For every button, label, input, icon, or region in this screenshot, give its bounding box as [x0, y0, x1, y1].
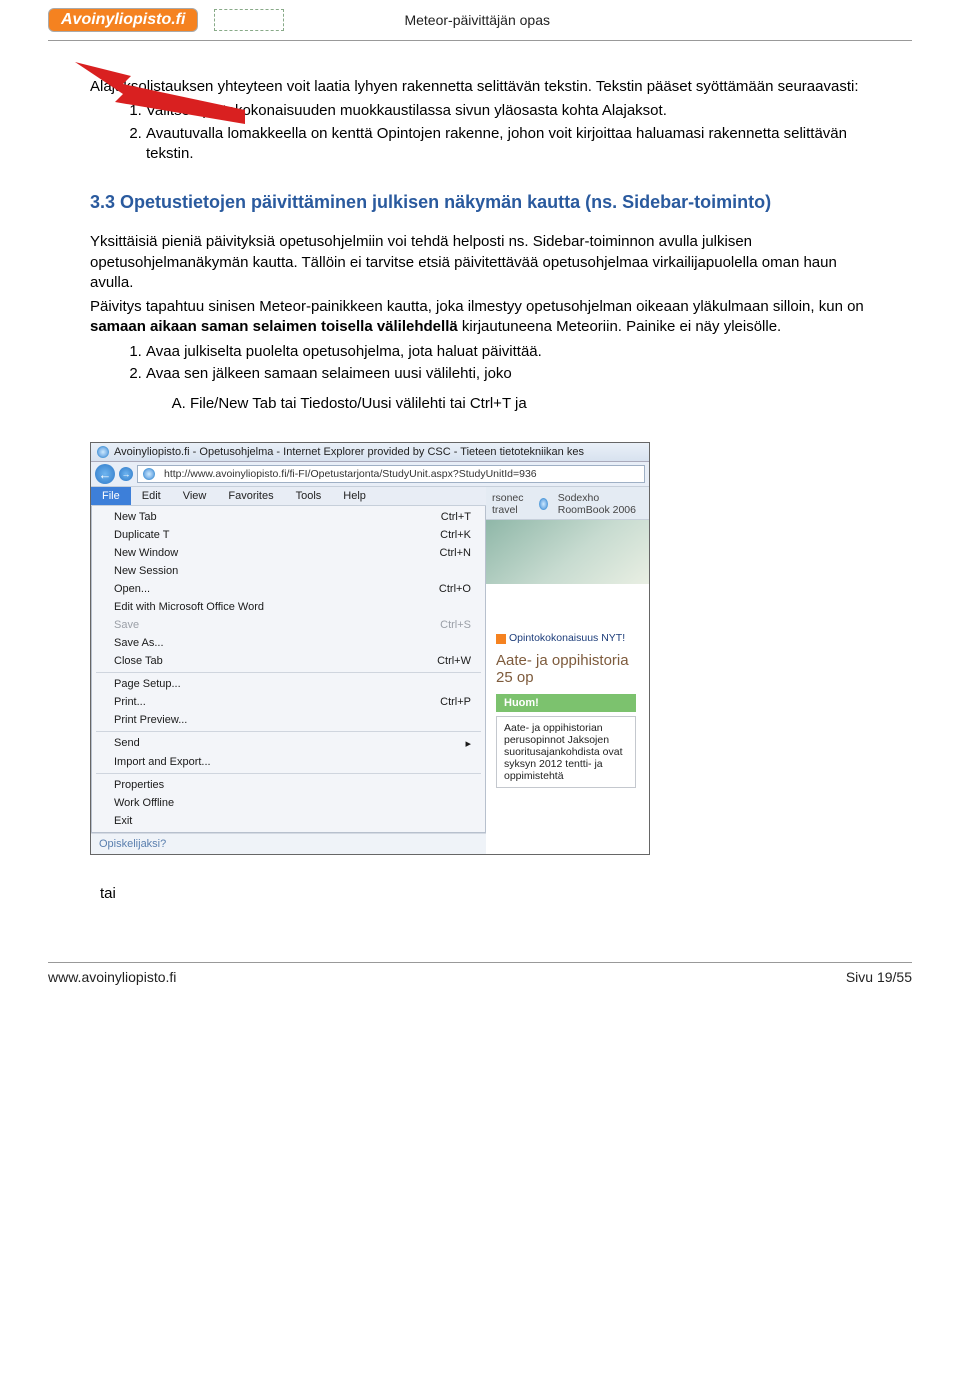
logo-badge: Avoinyliopisto.fi: [48, 8, 198, 32]
tab-rsonec[interactable]: rsonec travel: [492, 492, 534, 516]
tab-sodexho[interactable]: Sodexho RoomBook 2006: [558, 492, 643, 516]
step-open-tab: Avaa sen jälkeen samaan selaimeen uusi v…: [146, 364, 870, 384]
menu-help[interactable]: Help: [332, 487, 377, 505]
step-2: Avautuvalla lomakkeella on kenttä Opinto…: [146, 124, 870, 165]
paragraph-2: Päivitys tapahtuu sinisen Meteor-painikk…: [90, 297, 870, 338]
menu-item[interactable]: Page Setup...: [92, 675, 485, 693]
page-header: Avoinyliopisto.fi Meteor-päivittäjän opa…: [0, 0, 960, 32]
step-open-public: Avaa julkiselta puolelta opetusohjelma, …: [146, 342, 870, 362]
menu-item[interactable]: Work Offline: [92, 794, 485, 812]
menu-separator: [96, 731, 481, 732]
substep-a: File/New Tab tai Tiedosto/Uusi välilehti…: [190, 394, 870, 414]
menu-item[interactable]: Exit: [92, 812, 485, 830]
paragraph-1: Yksittäisiä pieniä päivityksiä opetusohj…: [90, 232, 870, 293]
menu-separator: [96, 773, 481, 774]
menu-item[interactable]: New Session: [92, 562, 485, 580]
step-1: Valitse opintokokonaisuuden muokkaustila…: [146, 101, 870, 121]
nav-toolbar: ← → http://www.avoinyliopisto.fi/fi-FI/O…: [91, 462, 649, 487]
menu-file[interactable]: File: [91, 487, 131, 505]
back-button[interactable]: ←: [95, 464, 115, 484]
tab-favicon-icon: [539, 498, 548, 510]
footer-url: www.avoinyliopisto.fi: [48, 969, 176, 985]
tab-strip: rsonec travel Sodexho RoomBook 2006: [486, 487, 649, 520]
sub-list-a: File/New Tab tai Tiedosto/Uusi välilehti…: [90, 394, 870, 414]
page-footer: www.avoinyliopisto.fi Sivu 19/55: [48, 962, 912, 985]
menu-favorites[interactable]: Favorites: [217, 487, 284, 505]
huom-text: Aate- ja oppihistorian perusopinnot Jaks…: [496, 716, 636, 788]
page-number: Sivu 19/55: [846, 969, 912, 985]
menu-item[interactable]: Close TabCtrl+W: [92, 652, 485, 670]
menu-view[interactable]: View: [172, 487, 218, 505]
menu-separator: [96, 672, 481, 673]
url-favicon-icon: [143, 468, 155, 480]
tai-text: tai: [100, 885, 960, 902]
orange-square-icon: [496, 634, 506, 644]
huom-badge: Huom!: [496, 694, 636, 712]
menu-tools[interactable]: Tools: [285, 487, 333, 505]
menu-item[interactable]: New TabCtrl+T: [92, 508, 485, 526]
section-heading: 3.3 Opetustietojen päivittäminen julkise…: [90, 190, 870, 214]
document-body: Alajaksolistauksen yhteyteen voit laatia…: [0, 41, 960, 414]
intro-paragraph: Alajaksolistauksen yhteyteen voit laatia…: [90, 77, 870, 97]
window-title: Avoinyliopisto.fi - Opetusohjelma - Inte…: [114, 446, 584, 458]
menu-item[interactable]: Open...Ctrl+O: [92, 580, 485, 598]
url-text: http://www.avoinyliopisto.fi/fi-FI/Opetu…: [164, 468, 537, 480]
menu-item[interactable]: New WindowCtrl+N: [92, 544, 485, 562]
menu-item[interactable]: Duplicate TCtrl+K: [92, 526, 485, 544]
course-heading: Aate- ja oppihistoria 25 op: [496, 652, 639, 686]
opiskelijaksi-label: Opiskelijaksi?: [91, 833, 486, 854]
menu-item[interactable]: Edit with Microsoft Office Word: [92, 598, 485, 616]
menu-item[interactable]: Print Preview...: [92, 711, 485, 729]
breadcrumb-link[interactable]: Opintokokonaisuus NYT!: [496, 632, 639, 644]
forward-button[interactable]: →: [119, 467, 133, 481]
window-titlebar: Avoinyliopisto.fi - Opetusohjelma - Inte…: [91, 443, 649, 462]
header-title: Meteor-päivittäjän opas: [404, 12, 550, 28]
ie-icon: [97, 446, 109, 458]
page-banner: [486, 520, 649, 584]
steps-list-1: Valitse opintokokonaisuuden muokkaustila…: [90, 101, 870, 164]
menu-item[interactable]: Import and Export...: [92, 753, 485, 771]
menu-item[interactable]: Print...Ctrl+P: [92, 693, 485, 711]
menu-item[interactable]: Properties: [92, 776, 485, 794]
menu-item[interactable]: Send▸: [92, 734, 485, 753]
menubar: File Edit View Favorites Tools Help: [91, 487, 486, 506]
steps-list-2: Avaa julkiselta puolelta opetusohjelma, …: [90, 342, 870, 385]
header-dashed-box: [214, 9, 284, 31]
menu-item: SaveCtrl+S: [92, 616, 485, 634]
page-content-panel: Opintokokonaisuus NYT! Aate- ja oppihist…: [486, 584, 649, 796]
ie-screenshot: Avoinyliopisto.fi - Opetusohjelma - Inte…: [90, 442, 650, 855]
menu-edit[interactable]: Edit: [131, 487, 172, 505]
menu-item[interactable]: Save As...: [92, 634, 485, 652]
address-bar[interactable]: http://www.avoinyliopisto.fi/fi-FI/Opetu…: [137, 465, 645, 483]
file-dropdown: New TabCtrl+TDuplicate TCtrl+KNew Window…: [91, 506, 486, 833]
